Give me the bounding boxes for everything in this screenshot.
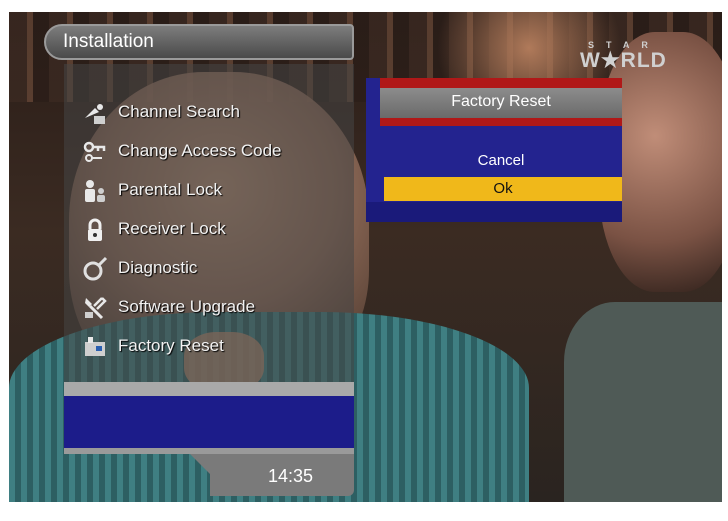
padlock-icon xyxy=(88,218,102,241)
ok-button[interactable]: Ok xyxy=(384,177,622,201)
menu-item-factory-reset[interactable]: Factory Reset xyxy=(72,330,352,366)
menu-item-channel-search[interactable]: Channel Search xyxy=(72,96,352,132)
dialog-footer xyxy=(366,202,622,222)
clock-time: 14:35 xyxy=(268,466,314,486)
menu-item-label: Parental Lock xyxy=(118,180,222,199)
background-shirt-right xyxy=(564,302,722,502)
channel-logo: STAR W★RLD xyxy=(580,40,667,73)
key-icon xyxy=(83,141,106,162)
menu-item-label: Diagnostic xyxy=(118,258,198,277)
dialog-title-bar: Factory Reset xyxy=(380,88,622,118)
menu-item-parental-lock[interactable]: Parental Lock xyxy=(72,174,352,210)
menu-item-receiver-lock[interactable]: Receiver Lock xyxy=(72,213,352,249)
menu-item-label: Change Access Code xyxy=(118,141,282,160)
dialog-red-stripe-top xyxy=(380,78,622,88)
menu-item-label: Factory Reset xyxy=(118,336,224,355)
menu-divider-bar xyxy=(64,382,354,396)
menu-item-software-upgrade[interactable]: Software Upgrade xyxy=(72,291,352,327)
info-panel xyxy=(64,396,354,448)
logo-big-text: W★RLD xyxy=(580,49,667,72)
diagnostic-icon xyxy=(83,256,108,281)
installation-menu-header: Installation xyxy=(44,24,354,60)
menu-item-label: Software Upgrade xyxy=(118,297,256,316)
dialog-title: Factory Reset xyxy=(451,93,551,110)
menu-item-change-access-code[interactable]: Change Access Code xyxy=(72,135,352,171)
page-title: Installation xyxy=(63,31,154,52)
dialog-red-stripe-bottom xyxy=(380,118,622,126)
tools-icon xyxy=(85,297,107,320)
menu-item-label: Channel Search xyxy=(118,102,240,121)
parental-icon xyxy=(85,180,105,202)
cancel-button[interactable]: Cancel xyxy=(380,150,622,172)
menu-item-diagnostic[interactable]: Diagnostic xyxy=(72,252,352,288)
factory-reset-icon xyxy=(85,337,105,356)
clock-tab xyxy=(190,454,212,476)
satellite-dish-icon xyxy=(85,104,105,124)
logo-small-text: STAR xyxy=(588,40,660,50)
menu-item-label: Receiver Lock xyxy=(118,219,226,238)
